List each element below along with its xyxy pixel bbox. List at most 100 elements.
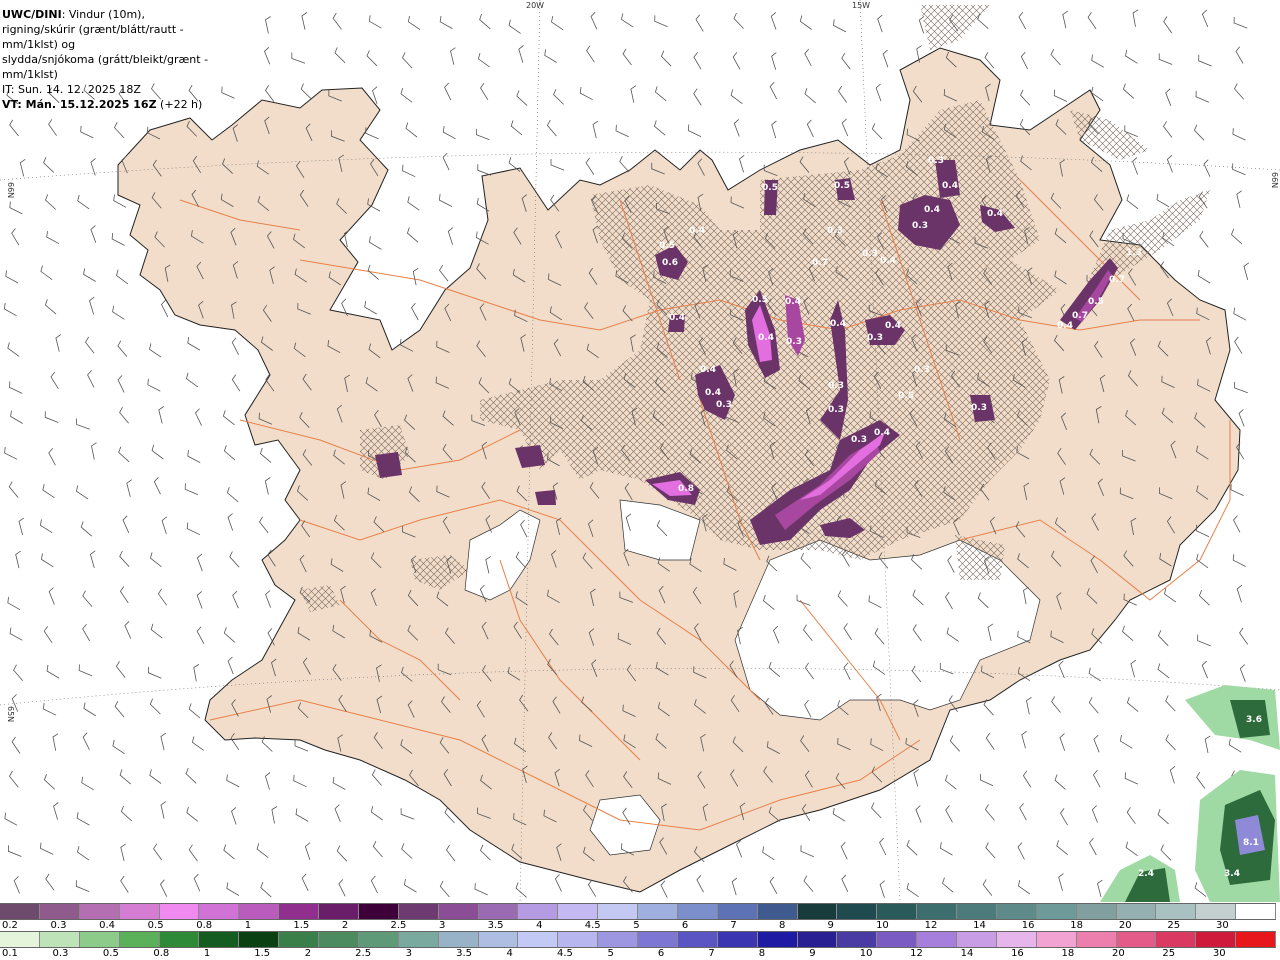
legend-swatch: [638, 904, 678, 919]
legend-tick-label: 0.5: [102, 948, 119, 959]
rain-value-label: 3.6: [1246, 715, 1262, 725]
legend-tick-label: 10: [859, 948, 873, 959]
legend-tick-label: 9: [827, 920, 834, 931]
legend-swatch: [478, 904, 519, 919]
legend-swatch: [1196, 932, 1237, 947]
snow-value-label: 1.3: [1126, 248, 1142, 258]
snow-value-label: 0.4: [785, 297, 801, 307]
header-valid-time: VT: Mán. 15.12.2025 16Z: [2, 98, 157, 111]
legend-tick-label: 3: [405, 948, 412, 959]
header-line2: rigning/skúrir (grænt/blátt/rautt - mm/1…: [2, 23, 184, 51]
legend-tick-label: 8: [778, 920, 786, 931]
legend-swatch: [79, 932, 120, 947]
legend-swatch: [717, 932, 758, 947]
legend-swatch: [119, 932, 160, 947]
legend-swatch: [757, 904, 798, 919]
legend-tick-label: 3.5: [487, 920, 504, 931]
legend-swatch: [837, 932, 878, 947]
legend-swatch: [797, 932, 838, 947]
grid-label-66n-left: 66N: [6, 182, 15, 198]
legend-swatch: [1156, 904, 1197, 919]
header-title: UWC/DINI: [2, 8, 62, 21]
snow-value-label: 0.5: [1088, 297, 1104, 307]
snow-value-label: 0.4: [880, 256, 896, 266]
legend-tick-label: 1.5: [254, 948, 271, 959]
snow-value-label: 0.3: [928, 156, 944, 166]
rain-value-label: 3.4: [1224, 869, 1240, 879]
legend-tick-label: 0.3: [52, 948, 69, 959]
snow-value-label: 0.3: [862, 249, 878, 259]
legend-tick-label: 7: [708, 948, 715, 959]
legend-tick-label: 6: [681, 920, 689, 931]
legend-swatch: [717, 904, 758, 919]
snow-value-label: 0.3: [912, 221, 928, 231]
legend-swatch: [558, 932, 599, 947]
legend-tick-label: 4: [536, 920, 543, 931]
legend-tick-label: 20: [1111, 948, 1125, 959]
legend-swatch: [877, 904, 918, 919]
legend-tick-label: 25: [1167, 920, 1181, 931]
snow-value-label: 0.4: [885, 321, 901, 331]
legend-swatch: [877, 932, 918, 947]
legend-tick-label: 9: [809, 948, 816, 959]
legend-tick-label: 4.5: [556, 948, 573, 959]
legend-swatch: [199, 932, 240, 947]
legend-swatch: [917, 904, 957, 919]
legend-swatch: [1236, 904, 1276, 919]
snow-value-label: 0.3: [851, 435, 867, 445]
legend-tick-label: 30: [1215, 920, 1229, 931]
legend-swatch: [518, 904, 559, 919]
grid-label-65n-left: 65N: [6, 706, 15, 722]
legend-swatch: [996, 932, 1037, 947]
legend-tick-label: 6: [657, 948, 665, 959]
legend-swatch: [1076, 932, 1117, 947]
legend-swatch: [279, 904, 319, 919]
snow-value-label: 0.3: [914, 365, 930, 375]
legend-tick-label: 0.4: [99, 920, 116, 931]
legend-tick-label: 4.5: [584, 920, 601, 931]
legend-swatch: [957, 932, 997, 947]
legend-swatch: [518, 932, 559, 947]
legend-swatch: [0, 904, 40, 919]
legend-swatch: [1116, 904, 1157, 919]
snow-value-label: 0.8: [678, 484, 694, 494]
weather-map[interactable]: 20W 15W 66N 66N 65N 0.30.40.50.40.30.40.…: [0, 0, 1280, 902]
snow-value-label: 0.4: [689, 226, 705, 236]
legend-tick-label: 0.5: [147, 920, 164, 931]
legend-swatch: [917, 932, 957, 947]
legend-swatch: [0, 932, 40, 947]
legend-snow-swatches: [0, 903, 1276, 920]
legend-tick-label: 1: [244, 920, 252, 931]
legend-rain-ticks: 0.1 0.3 0.5 0.8 1 1.5 2 2.5 3 3.5 4 4.5 5 6 7 8 9 10 12 14 1…: [0, 948, 1276, 960]
snow-value-label: 0.7: [1072, 311, 1088, 321]
snow-value-label: 0.6: [662, 258, 678, 268]
legend-swatch: [558, 904, 599, 919]
legend-tick-label: 8: [758, 948, 766, 959]
legend-swatch: [239, 932, 280, 947]
legend-swatch: [199, 904, 240, 919]
legend-swatch: [1076, 904, 1117, 919]
legend-swatch: [438, 904, 479, 919]
legend-swatch: [279, 932, 319, 947]
grid-label-20w: 20W: [526, 1, 544, 10]
snow-value-label: 0.4: [830, 319, 846, 329]
legend-swatch: [996, 904, 1037, 919]
legend-swatch: [358, 904, 399, 919]
snow-value-label: 0.3: [828, 405, 844, 415]
legend-swatch: [438, 932, 479, 947]
legend-swatch: [797, 904, 838, 919]
snow-value-label: 0.7: [812, 258, 828, 268]
rain-value-label: 2.4: [1138, 869, 1154, 879]
header-line1: : Vindur (10m),: [61, 8, 145, 21]
legend-swatch: [1036, 904, 1077, 919]
snow-value-label: 0.4: [700, 365, 716, 375]
legend-swatch: [239, 904, 280, 919]
snow-value-label: 0.3: [971, 403, 987, 413]
legend-tick-label: 16: [1021, 920, 1035, 931]
snow-value-label: 0.5: [898, 391, 914, 401]
legend-tick-label: 5: [633, 920, 640, 931]
legend-tick-label: 5: [607, 948, 614, 959]
legend-tick-label: 18: [1070, 920, 1084, 931]
legend-tick-label: 2: [304, 948, 312, 959]
legend-swatch: [1156, 932, 1197, 947]
